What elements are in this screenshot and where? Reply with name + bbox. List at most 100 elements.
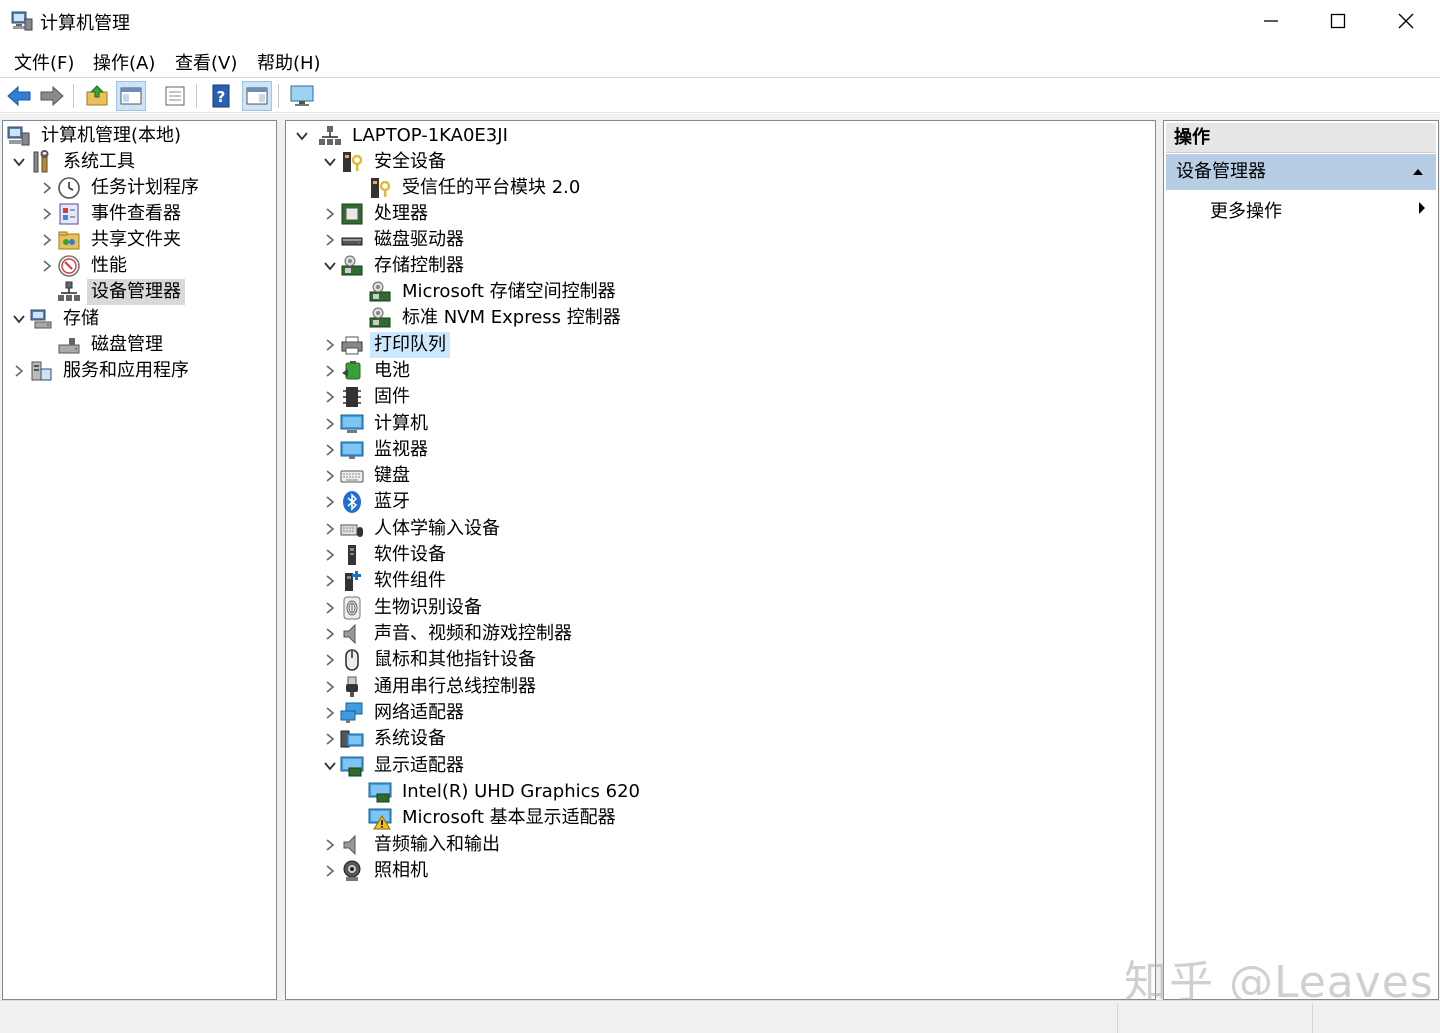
chevron-right-icon[interactable]: [320, 332, 340, 358]
monitor-button[interactable]: [287, 81, 317, 111]
tree-item-task-scheduler[interactable]: 任务计划程序: [37, 175, 203, 201]
device-category-processor[interactable]: 处理器: [320, 201, 432, 227]
device-item-label: 软件设备: [374, 544, 446, 565]
device-category-sound-video-game[interactable]: 声音、视频和游戏控制器: [320, 621, 576, 647]
display-adapter-warning-icon: [368, 808, 392, 830]
help-button[interactable]: ?: [206, 81, 236, 111]
chevron-right-icon[interactable]: [320, 411, 340, 437]
chevron-right-icon[interactable]: [320, 227, 340, 253]
device-microsoft-basic-display[interactable]: Microsoft 基本显示适配器: [348, 805, 620, 831]
chevron-right-icon[interactable]: [37, 227, 57, 253]
chevron-right-icon[interactable]: [320, 568, 340, 594]
device-nvme-controller[interactable]: 标准 NVM Express 控制器: [348, 305, 625, 331]
device-category-display-adapters[interactable]: 显示适配器: [320, 753, 468, 779]
chevron-right-icon[interactable]: [320, 358, 340, 384]
chevron-down-icon[interactable]: [292, 123, 312, 149]
chevron-down-icon[interactable]: [320, 753, 340, 779]
up-button[interactable]: [82, 81, 112, 111]
device-item-label: 标准 NVM Express 控制器: [402, 307, 621, 328]
chevron-right-icon[interactable]: [320, 384, 340, 410]
show-console-tree-button[interactable]: [116, 81, 146, 111]
device-category-software-devices[interactable]: 软件设备: [320, 542, 450, 568]
chevron-right-icon[interactable]: [320, 201, 340, 227]
device-category-security[interactable]: 安全设备: [320, 149, 450, 175]
device-category-biometric[interactable]: 生物识别设备: [320, 595, 486, 621]
minimize-button[interactable]: [1237, 0, 1305, 42]
device-category-storage-controllers[interactable]: 存储控制器: [320, 253, 468, 279]
close-button[interactable]: [1372, 0, 1440, 42]
device-category-hid[interactable]: 人体学输入设备: [320, 516, 504, 542]
tree-item-event-viewer[interactable]: 事件查看器: [37, 201, 185, 227]
device-category-disk-drives[interactable]: 磁盘驱动器: [320, 227, 468, 253]
maximize-button[interactable]: [1304, 0, 1372, 42]
chevron-right-icon[interactable]: [320, 516, 340, 542]
properties-button[interactable]: [160, 81, 190, 111]
chevron-down-icon[interactable]: [9, 149, 29, 175]
tree-item-system-tools[interactable]: 系统工具: [9, 149, 139, 175]
chevron-right-icon[interactable]: [320, 437, 340, 463]
device-category-monitors[interactable]: 监视器: [320, 437, 432, 463]
tree-item-performance[interactable]: 性能: [37, 253, 131, 279]
menu-view[interactable]: 查看(V): [175, 49, 237, 75]
tree-item-disk-management[interactable]: 磁盘管理: [37, 332, 167, 358]
collapse-up-icon[interactable]: [1412, 168, 1424, 176]
chevron-right-icon[interactable]: [37, 201, 57, 227]
submenu-arrow-icon[interactable]: [1418, 201, 1426, 215]
chevron-down-icon[interactable]: [320, 149, 340, 175]
chevron-right-icon[interactable]: [37, 253, 57, 279]
back-button[interactable]: [4, 81, 34, 111]
chevron-right-icon[interactable]: [320, 595, 340, 621]
software-device-icon: [348, 545, 356, 565]
menu-action[interactable]: 操作(A): [93, 49, 155, 75]
tree-item-storage[interactable]: 存储: [9, 306, 103, 332]
disk-drive-icon: [341, 237, 363, 246]
device-intel-uhd-620[interactable]: Intel(R) UHD Graphics 620: [348, 779, 644, 805]
work-area: 计算机管理(本地) 系统工具 任务计划程序 事件查看器 共享文件夹 性能 设备管…: [0, 114, 1440, 1000]
chevron-right-icon[interactable]: [320, 726, 340, 752]
device-category-network-adapters[interactable]: 网络适配器: [320, 700, 468, 726]
chevron-right-icon[interactable]: [320, 832, 340, 858]
device-category-system-devices[interactable]: 系统设备: [320, 726, 450, 752]
device-root-laptop[interactable]: LAPTOP-1KA0E3JI: [292, 123, 512, 149]
device-category-audio-io[interactable]: 音频输入和输出: [320, 832, 504, 858]
device-storage-spaces-controller[interactable]: Microsoft 存储空间控制器: [348, 279, 620, 305]
chevron-down-icon[interactable]: [9, 306, 29, 332]
title-bar: 计算机管理: [0, 0, 1440, 42]
chevron-down-icon[interactable]: [320, 253, 340, 279]
device-category-mice[interactable]: 鼠标和其他指针设备: [320, 647, 540, 673]
device-category-bluetooth[interactable]: 蓝牙: [320, 489, 414, 515]
chevron-right-icon[interactable]: [320, 489, 340, 515]
tree-item-computer-management-local[interactable]: 计算机管理(本地): [7, 123, 185, 149]
device-category-computer[interactable]: 计算机: [320, 411, 432, 437]
device-category-firmware[interactable]: 固件: [320, 384, 414, 410]
console-tree-pane: 计算机管理(本地) 系统工具 任务计划程序 事件查看器 共享文件夹 性能 设备管…: [2, 120, 277, 1000]
chevron-right-icon[interactable]: [320, 858, 340, 884]
actions-section-device-manager[interactable]: 设备管理器: [1166, 154, 1436, 190]
more-actions-item[interactable]: 更多操作: [1210, 197, 1282, 223]
chevron-right-icon[interactable]: [320, 463, 340, 489]
device-manager-icon: [58, 281, 80, 301]
tree-item-shared-folders[interactable]: 共享文件夹: [37, 227, 185, 253]
chevron-right-icon[interactable]: [320, 674, 340, 700]
chevron-right-icon[interactable]: [320, 647, 340, 673]
storage-controller-icon: [369, 307, 391, 328]
tree-item-services-applications[interactable]: 服务和应用程序: [9, 358, 193, 384]
device-category-software-components[interactable]: 软件组件: [320, 568, 450, 594]
tree-item-device-manager[interactable]: 设备管理器: [37, 279, 185, 305]
chevron-right-icon[interactable]: [320, 621, 340, 647]
chevron-right-icon[interactable]: [37, 175, 57, 201]
forward-button[interactable]: [37, 81, 67, 111]
chevron-right-icon[interactable]: [9, 358, 29, 384]
device-tpm[interactable]: 受信任的平台模块 2.0: [348, 175, 584, 201]
show-action-pane-button[interactable]: [242, 81, 272, 111]
device-category-battery[interactable]: 电池: [320, 358, 414, 384]
chevron-right-icon[interactable]: [320, 542, 340, 568]
menu-file[interactable]: 文件(F): [14, 49, 74, 75]
device-category-usb[interactable]: 通用串行总线控制器: [320, 674, 540, 700]
performance-icon: [58, 255, 80, 277]
device-category-cameras[interactable]: 照相机: [320, 858, 432, 884]
chevron-right-icon[interactable]: [320, 700, 340, 726]
device-category-keyboards[interactable]: 键盘: [320, 463, 414, 489]
device-category-print-queues[interactable]: 打印队列: [320, 332, 450, 358]
menu-help[interactable]: 帮助(H): [257, 49, 321, 75]
